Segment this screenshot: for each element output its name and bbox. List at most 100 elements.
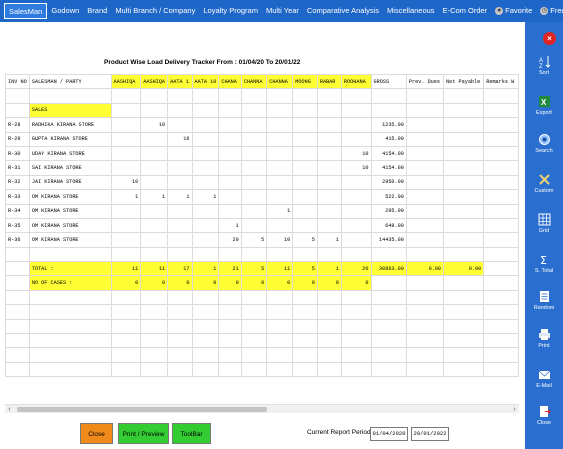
sidebar-grid[interactable]: Grid [525, 213, 563, 234]
sidebar-subtotal[interactable]: Σ S. Total [525, 253, 563, 274]
menu-multi-year[interactable]: Multi Year [262, 3, 303, 19]
table-cell [340, 131, 372, 147]
table-row[interactable]: R-34 OM KIRANA STORE 1 295.00 [5, 203, 519, 219]
table-row[interactable]: R-36 OM KIRANA STORE 20 5 10 5 1 14435.00 [5, 232, 519, 248]
toolbar-button[interactable]: ToolBar [172, 423, 211, 444]
table-cell: 5 [292, 232, 318, 248]
col-header-product[interactable]: ROOHANA [340, 74, 372, 90]
menu-loyalty-program[interactable]: Loyalty Program [199, 3, 262, 19]
sidebar-random[interactable]: Random [525, 290, 563, 311]
table-cell: R-32 [5, 174, 30, 191]
col-header-prev-dues[interactable]: Prev. Dues [405, 74, 445, 90]
table-cell [443, 203, 485, 219]
sidebar-print[interactable]: Print [525, 328, 563, 349]
table-cell [316, 203, 342, 219]
cases-cell: 0 [266, 275, 294, 291]
table-cell: 1 [218, 217, 242, 234]
col-header-salesman-party[interactable]: SALESMAN / PARTY [28, 74, 112, 90]
total-cell: 5 [240, 261, 268, 277]
sidebar-export[interactable]: X Export [525, 95, 563, 116]
sidebar-export-label: Export [536, 110, 552, 116]
table-cell: R-28 [5, 117, 30, 133]
menu-brand[interactable]: Brand [83, 3, 111, 19]
col-header-inv-no[interactable]: INV NO [5, 74, 30, 90]
header-row: INV NO SALESMAN / PARTY AASHIQA AASHIQA … [5, 74, 519, 90]
sidebar-sort[interactable]: AZ Sort [525, 55, 563, 76]
total-cell: 17 [167, 261, 193, 277]
table-row[interactable]: R-28 RADHIKA KIRANA STORE 10 1235.00 [5, 117, 519, 133]
period-from-field[interactable]: 01/04/2020 [370, 427, 408, 441]
table-row[interactable]: R-33 OM KIRANA STORE 1 1 1 1 522.00 [5, 189, 519, 205]
col-header-product[interactable]: AASHIQA [110, 74, 142, 90]
table-cell [191, 117, 220, 133]
print-preview-button[interactable]: Print / Preview [118, 423, 169, 444]
col-header-product[interactable]: CHANNA [266, 74, 294, 90]
col-header-product[interactable]: CHANA [218, 74, 242, 90]
period-to-field[interactable]: 20/01/2022 [411, 427, 449, 441]
table-cell [316, 217, 342, 234]
col-header-product[interactable]: CHANNA [240, 74, 268, 90]
table-cell [483, 160, 519, 176]
table-row[interactable]: R-30 UDAY KIRANA STORE 10 4154.00 [5, 145, 519, 162]
table-cell [167, 217, 193, 234]
sidebar-search[interactable]: Search [525, 133, 563, 154]
menu-ecom-order[interactable]: E-Com Order [439, 3, 492, 19]
close-icon[interactable]: × [543, 32, 556, 45]
cases-row[interactable]: NO OF CASES :0000000000 [5, 275, 519, 291]
sidebar-close[interactable]: Close [525, 405, 563, 426]
table-cell [316, 131, 342, 147]
table-cell [110, 217, 142, 234]
cases-cell: 0 [316, 275, 342, 291]
table-cell: 5 [240, 232, 268, 248]
horizontal-scrollbar[interactable]: ‹ › [5, 404, 519, 413]
col-header-net-payable[interactable]: Net Payable [443, 74, 485, 90]
sidebar-email[interactable]: E-Mail [525, 368, 563, 389]
sidebar-custom[interactable]: Custom [525, 173, 563, 194]
table-cell: JAI KIRANA STORE [28, 174, 112, 191]
empty-row [5, 289, 519, 306]
table-row[interactable]: R-29 GUPTA KIRANA STORE 16 415.00 [5, 131, 519, 147]
table-cell [292, 189, 318, 205]
table-cell [266, 189, 294, 205]
report-grid[interactable]: INV NO SALESMAN / PARTY AASHIQA AASHIQA … [5, 74, 519, 400]
menu-multi-branch[interactable]: Multi Branch / Company [111, 3, 199, 19]
menu-salesman[interactable]: SalesMan [4, 3, 48, 19]
menu-frequent[interactable]: ◷Frequent [536, 3, 563, 19]
menu-miscellaneous[interactable]: Miscellaneous [383, 3, 439, 19]
table-row[interactable]: R-35 OM KIRANA STORE 1 649.00 [5, 217, 519, 234]
table-cell [405, 174, 445, 191]
total-row[interactable]: TOTAL :11 11 17 1 21 5 11 5 1 20 30863.00 0.00 0.00 [5, 261, 519, 277]
table-cell [218, 189, 242, 205]
close-button[interactable]: Close [80, 423, 113, 444]
total-cell: 5 [292, 261, 318, 277]
table-cell [110, 131, 142, 147]
grid-icon [538, 213, 550, 226]
exit-icon [539, 406, 551, 417]
table-cell: R-33 [5, 189, 30, 205]
table-cell [240, 117, 268, 133]
col-header-product[interactable]: AASHIQA [140, 74, 169, 90]
col-header-gross[interactable]: GROSS [370, 74, 407, 90]
menu-comparative-analysis[interactable]: Comparative Analysis [303, 3, 383, 19]
table-cell [240, 174, 268, 191]
table-row[interactable]: R-31 SAI KIRANA STORE 10 4154.00 [5, 160, 519, 176]
table-row[interactable]: R-32 JAI KIRANA STORE 10 2950.00 [5, 174, 519, 191]
col-header-product[interactable]: RABAR [316, 74, 342, 90]
scroll-right-icon[interactable]: › [510, 405, 519, 414]
scroll-left-icon[interactable]: ‹ [5, 405, 14, 414]
table-cell [292, 145, 318, 162]
selected-cell[interactable] [5, 88, 30, 104]
scroll-thumb[interactable] [17, 407, 267, 412]
table-cell [240, 189, 268, 205]
col-header-remarks[interactable]: Remarks W [483, 74, 519, 90]
menu-favorite[interactable]: ★ Favorite [491, 3, 536, 19]
table-cell: 1 [266, 203, 294, 219]
table-cell: 10 [340, 145, 372, 162]
svg-text:X: X [541, 98, 547, 107]
menu-godown[interactable]: Godown [47, 3, 83, 19]
table-cell: 16 [167, 131, 193, 147]
col-header-product[interactable]: AATA 10 [191, 74, 220, 90]
col-header-product[interactable]: MOONG [292, 74, 318, 90]
col-header-product[interactable]: AATA 1 [167, 74, 193, 90]
document-icon [539, 291, 549, 302]
